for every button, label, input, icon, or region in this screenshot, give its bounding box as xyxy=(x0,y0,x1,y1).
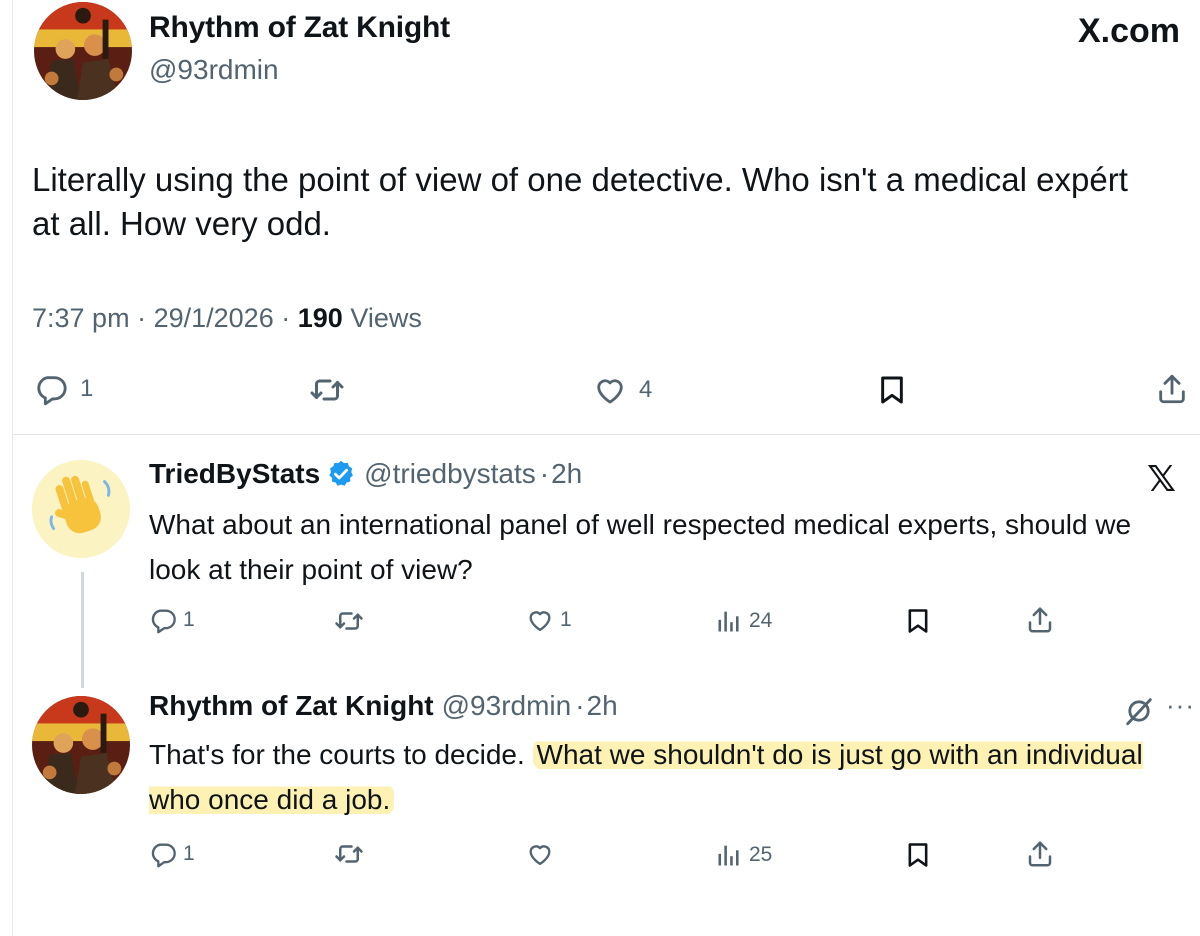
reply-age[interactable]: 2h xyxy=(587,690,618,722)
avatar[interactable] xyxy=(32,696,130,794)
like-icon xyxy=(593,373,627,407)
author-handle[interactable]: @triedbystats xyxy=(364,458,536,490)
views-count: 25 xyxy=(749,843,773,866)
retweet-icon xyxy=(334,606,364,636)
retweet-button[interactable] xyxy=(334,606,364,636)
views-icon xyxy=(715,841,743,869)
thread-connector xyxy=(81,572,84,688)
mute-icon[interactable] xyxy=(1122,694,1156,728)
reply-count: 1 xyxy=(183,608,195,631)
reply-button[interactable]: 1 xyxy=(149,606,195,634)
reply-button[interactable]: 1 xyxy=(34,372,93,406)
avatar-image xyxy=(34,2,132,100)
verified-badge-icon xyxy=(329,460,354,486)
reply-header: Rhythm of Zat Knight @93rdmin · 2h xyxy=(149,690,618,722)
avatar[interactable] xyxy=(32,460,130,558)
tweet-text: Literally using the point of view of one… xyxy=(32,161,1128,242)
author-name[interactable]: Rhythm of Zat Knight xyxy=(149,11,450,45)
reply-header: TriedByStats @triedbystats · 2h xyxy=(149,458,582,490)
reply-text-plain: That's for the courts to decide. xyxy=(149,739,533,770)
like-button[interactable]: 4 xyxy=(593,373,652,407)
retweet-icon xyxy=(334,839,364,869)
meta-separator: · xyxy=(281,303,291,333)
tweet-meta: 7:37 pm · 29/1/2026 · 190 Views xyxy=(32,303,422,334)
like-button[interactable]: 1 xyxy=(526,606,572,634)
reply-count: 1 xyxy=(183,842,195,865)
reply-age[interactable]: 2h xyxy=(551,458,582,490)
share-icon xyxy=(1025,839,1055,869)
meta-separator: · xyxy=(137,303,147,333)
retweet-button[interactable] xyxy=(309,372,345,408)
share-icon xyxy=(1155,372,1189,406)
reply-button[interactable]: 1 xyxy=(149,840,195,868)
views-count: 190 xyxy=(297,303,343,333)
reply-text: That's for the courts to decide. What we… xyxy=(149,732,1159,822)
bookmark-icon xyxy=(904,607,932,635)
share-button[interactable] xyxy=(1025,605,1055,635)
left-border xyxy=(12,0,13,936)
reply-count: 1 xyxy=(80,375,94,402)
author-handle[interactable]: @93rdmin xyxy=(149,54,279,86)
tweet-date[interactable]: 29/1/2026 xyxy=(154,303,274,333)
bookmark-button[interactable] xyxy=(876,374,908,406)
site-logo: X.com xyxy=(1077,12,1180,50)
avatar[interactable] xyxy=(34,2,132,100)
views-count: 24 xyxy=(749,609,773,632)
meta-separator: · xyxy=(539,458,550,489)
share-button[interactable] xyxy=(1155,372,1189,406)
divider xyxy=(12,434,1200,435)
views-label: Views xyxy=(350,303,422,333)
bookmark-icon xyxy=(904,841,932,869)
bookmark-button[interactable] xyxy=(904,607,932,635)
reply-icon xyxy=(149,840,177,868)
like-button[interactable] xyxy=(526,840,554,868)
waving-hand-icon xyxy=(32,460,130,558)
more-options-icon[interactable]: ··· xyxy=(1166,690,1195,721)
bookmark-button[interactable] xyxy=(904,841,932,869)
reply-icon xyxy=(149,606,177,634)
tweet-time[interactable]: 7:37 pm xyxy=(32,303,130,333)
reply-icon xyxy=(34,372,68,406)
meta-separator: · xyxy=(575,690,585,721)
like-count: 4 xyxy=(639,376,653,403)
author-name[interactable]: TriedByStats xyxy=(149,458,320,490)
like-icon xyxy=(526,606,554,634)
share-icon xyxy=(1025,605,1055,635)
author-name[interactable]: Rhythm of Zat Knight xyxy=(149,690,434,722)
views-button[interactable]: 25 xyxy=(715,841,772,869)
like-icon xyxy=(526,840,554,868)
close-icon[interactable]: 𝕏 xyxy=(1147,458,1176,500)
author-handle[interactable]: @93rdmin xyxy=(442,690,572,722)
retweet-icon xyxy=(309,372,345,408)
like-count: 1 xyxy=(560,608,572,631)
reply-text: What about an international panel of wel… xyxy=(149,509,1132,585)
views-button[interactable]: 24 xyxy=(715,607,772,635)
retweet-button[interactable] xyxy=(334,839,364,869)
bookmark-icon xyxy=(876,374,908,406)
avatar-image xyxy=(32,696,130,794)
views-icon xyxy=(715,607,743,635)
share-button[interactable] xyxy=(1025,839,1055,869)
